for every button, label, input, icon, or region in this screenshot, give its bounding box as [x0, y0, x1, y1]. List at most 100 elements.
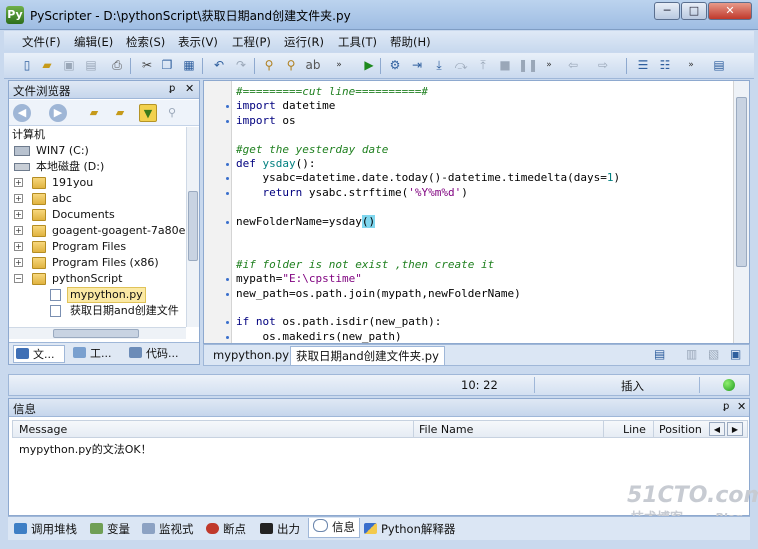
tree-item-folder[interactable]: + goagent-goagent-7a80e4 [12, 223, 185, 239]
find-next-icon[interactable]: ⚲ [282, 56, 300, 74]
explorer-horizontal-scrollbar[interactable] [9, 327, 186, 339]
tree-item-folder[interactable]: + Program Files (x86) [12, 255, 182, 271]
abort-debug-icon[interactable]: ■ [496, 56, 514, 74]
print-icon[interactable]: ⎙ [108, 56, 126, 74]
menu-edit[interactable]: 编辑(E) [74, 34, 113, 50]
code-line[interactable]: newFolderName=ysday() [236, 214, 376, 229]
scroll-thumb[interactable] [188, 191, 198, 261]
code-line[interactable]: os.makedirs(new_path) [236, 330, 401, 343]
toolbar-overflow-icon[interactable]: » [330, 56, 348, 74]
message-row[interactable]: mypython.py的文法OK！ [19, 441, 152, 457]
close-button[interactable]: ✕ [708, 2, 752, 20]
scroll-right-icon[interactable]: ▶ [727, 422, 743, 436]
tab-code-explorer[interactable]: 代码... [129, 345, 179, 363]
split-editor-icon[interactable]: ▥ [686, 347, 702, 363]
tree-item-file[interactable]: 获取日期and创建文件 [12, 303, 182, 319]
cut-icon[interactable]: ✂ [138, 56, 156, 74]
explorer-vertical-scrollbar[interactable] [186, 127, 199, 327]
step-into-icon[interactable]: ⤓ [430, 56, 448, 74]
undo-icon[interactable]: ↶ [210, 56, 228, 74]
tree-item-computer[interactable]: 计算机 [12, 127, 45, 143]
close-icon[interactable]: ✕ [737, 400, 746, 413]
column-message[interactable]: Message [19, 423, 67, 436]
tree-item-folder[interactable]: + Documents [12, 207, 182, 223]
tree-item-folder[interactable]: + abc [12, 191, 182, 207]
tree-item-folder[interactable]: + 191you [12, 175, 182, 191]
expand-icon[interactable]: + [14, 258, 23, 267]
toolbar-overflow-icon[interactable]: » [540, 56, 558, 74]
code-line[interactable]: #=========cut line==========# [236, 85, 428, 99]
column-position[interactable]: Position [659, 423, 702, 436]
tab-project[interactable]: 工... [73, 345, 112, 363]
code-line[interactable]: if not os.path.isdir(new_path): [236, 315, 441, 329]
pin-icon[interactable]: ꝑ [169, 83, 175, 94]
step-out-icon[interactable]: ⤒ [474, 56, 492, 74]
maximize-button[interactable]: □ [681, 2, 707, 20]
code-line[interactable]: mypath="E:\cpstime" [236, 272, 362, 286]
column-divider[interactable] [603, 421, 604, 437]
menu-view[interactable]: 表示(V) [178, 34, 218, 50]
layout-icon[interactable]: ▤ [710, 56, 728, 74]
open-file-icon[interactable]: ▰ [38, 56, 56, 74]
code-line[interactable]: def ysday(): [236, 157, 316, 171]
back-icon[interactable]: ◀ [13, 104, 31, 122]
folder-up-icon[interactable]: ▰ [85, 104, 103, 122]
tree-item-folder[interactable]: − pythonScript [12, 271, 182, 287]
tab-output[interactable]: 出力 [260, 520, 300, 538]
find-icon[interactable]: ⚲ [260, 56, 278, 74]
tab-file-explorer[interactable]: 文... [13, 345, 65, 363]
minimize-button[interactable]: ─ [654, 2, 680, 20]
filter-icon[interactable]: ▼ [139, 104, 157, 122]
tab-current-file[interactable]: 获取日期and创建文件夹.py [290, 346, 445, 365]
close-tab-icon[interactable]: ▣ [730, 347, 746, 363]
menu-file[interactable]: 文件(F) [22, 34, 61, 50]
code-line[interactable]: #get the yesterday date [236, 143, 388, 157]
tab-mypython[interactable]: mypython.py [208, 346, 294, 365]
tab-breakpoints[interactable]: 断点 [206, 520, 246, 538]
expand-icon[interactable]: + [14, 226, 23, 235]
new-file-icon[interactable]: ▯ [18, 56, 36, 74]
scroll-left-icon[interactable]: ◀ [709, 422, 725, 436]
expand-icon[interactable]: + [14, 194, 23, 203]
indent-icon[interactable]: ☰ [634, 56, 652, 74]
pause-icon[interactable]: ❚❚ [518, 56, 538, 74]
code-line[interactable]: ysabc=datetime.date.today()-datetime.tim… [236, 171, 620, 185]
favorites-icon[interactable]: ▰ [111, 104, 129, 122]
browse-back-icon[interactable]: ⇦ [564, 56, 582, 74]
debug-icon[interactable]: ⚙ [386, 56, 404, 74]
menu-run[interactable]: 运行(R) [284, 34, 324, 50]
code-line[interactable]: return ysabc.strftime('%Y%m%d') [236, 186, 468, 200]
pin-icon[interactable]: ꝑ [723, 401, 729, 412]
expand-icon[interactable]: + [14, 242, 23, 251]
menu-search[interactable]: 检索(S) [126, 34, 165, 50]
tab-call-stack[interactable]: 调用堆栈 [14, 520, 77, 538]
menu-project[interactable]: 工程(P) [232, 34, 271, 50]
code-area[interactable]: #=========cut line==========# import date… [204, 85, 732, 343]
collapse-icon[interactable]: − [14, 274, 23, 283]
tab-python-interpreter[interactable]: Python解释器 [364, 520, 455, 538]
tab-messages[interactable]: 信息 [308, 518, 360, 538]
save-icon[interactable]: ▣ [60, 56, 78, 74]
toolbar-overflow-icon[interactable]: » [682, 56, 700, 74]
menu-tools[interactable]: 工具(T) [338, 34, 377, 50]
replace-icon[interactable]: ab [304, 56, 322, 74]
paste-icon[interactable]: ▦ [180, 56, 198, 74]
window-list-icon[interactable]: ▤ [654, 347, 672, 363]
code-line[interactable]: import datetime [236, 99, 335, 113]
tree-item-folder[interactable]: + Program Files [12, 239, 182, 255]
redo-icon[interactable]: ↷ [232, 56, 250, 74]
forward-icon[interactable]: ▶ [49, 104, 67, 122]
tab-variables[interactable]: 变量 [90, 520, 130, 538]
column-line[interactable]: Line [623, 423, 646, 436]
tree-item-file[interactable]: mypython.py [12, 287, 182, 303]
menu-help[interactable]: 帮助(H) [390, 34, 431, 50]
copy-icon[interactable]: ❐ [158, 56, 176, 74]
tab-watches[interactable]: 监视式 [142, 520, 194, 538]
column-file-name[interactable]: File Name [419, 423, 473, 436]
search-icon[interactable]: ⚲ [163, 104, 181, 122]
tab-action-icon[interactable]: ▧ [708, 347, 724, 363]
code-line[interactable]: #if folder is not exist ,then create it [236, 258, 494, 272]
close-icon[interactable]: ✕ [185, 82, 194, 95]
code-line[interactable]: import os [236, 114, 296, 128]
expand-icon[interactable]: + [14, 210, 23, 219]
